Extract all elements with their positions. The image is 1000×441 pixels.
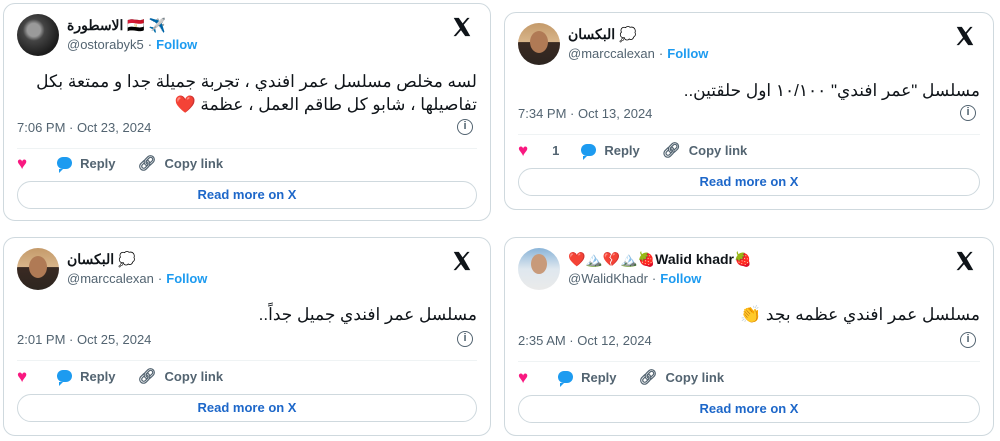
follow-button[interactable]: Follow: [156, 37, 197, 52]
avatar[interactable]: [17, 248, 59, 290]
display-name[interactable]: الاسطورة 🇪🇬 ✈️: [67, 16, 437, 34]
display-name[interactable]: ❤️🏔️💔🏔️🍓Walid khadr🍓: [568, 250, 940, 268]
heart-icon: ♥: [518, 140, 529, 160]
timestamp[interactable]: 7:34 PM · Oct 13, 2024: [518, 106, 652, 121]
display-name[interactable]: البكسان 💭: [67, 250, 437, 268]
read-more-button[interactable]: Read more on X: [518, 395, 980, 423]
tweet-card: البكسان 💭 @marccalexan · Follow مسلسل عمر …: [3, 237, 491, 436]
avatar[interactable]: [17, 14, 59, 56]
tweet-meta: 7:34 PM · Oct 13, 2024 i: [518, 104, 980, 124]
handle[interactable]: @marccalexan: [568, 46, 655, 61]
tweet-card: الاسطورة 🇪🇬 ✈️ @ostorabyk5 · Follow لسه مخ…: [3, 3, 491, 221]
action-bar: ♥ Reply 🔗︎ Copy link: [518, 366, 980, 388]
like-button[interactable]: ♥: [518, 142, 536, 159]
info-icon[interactable]: i: [960, 332, 976, 348]
read-more-button[interactable]: Read more on X: [17, 394, 477, 422]
info-icon[interactable]: i: [960, 105, 976, 121]
tweet-card: ❤️🏔️💔🏔️🍓Walid khadr🍓 @WalidKhadr · Follow …: [504, 237, 994, 436]
follow-button[interactable]: Follow: [667, 46, 708, 61]
avatar[interactable]: [518, 23, 560, 65]
divider: [518, 361, 980, 362]
link-icon: 🔗︎: [661, 142, 681, 159]
read-more-button[interactable]: Read more on X: [17, 181, 477, 209]
reply-bubble-icon: [581, 144, 597, 160]
follow-button[interactable]: Follow: [660, 271, 701, 286]
tweet-text: مسلسل عمر افندي عظمه بجد 👏: [740, 305, 980, 324]
heart-icon: ♥: [17, 366, 28, 386]
reply-button[interactable]: Reply: [581, 143, 640, 160]
divider: [518, 134, 980, 135]
tweet-header: البكسان 💭 @marccalexan · Follow: [518, 23, 980, 65]
copy-link-button[interactable]: 🔗︎ Copy link: [639, 368, 725, 386]
link-icon: 🔗︎: [137, 368, 157, 385]
heart-icon: ♥: [518, 367, 529, 387]
handle[interactable]: @ostorabyk5: [67, 37, 144, 52]
link-icon: 🔗︎: [137, 155, 157, 172]
reply-button[interactable]: Reply: [558, 370, 617, 387]
divider: [17, 148, 477, 149]
tweet-header: ❤️🏔️💔🏔️🍓Walid khadr🍓 @WalidKhadr · Follow: [518, 248, 980, 290]
reply-bubble-icon: [57, 370, 73, 386]
timestamp[interactable]: 2:35 AM · Oct 12, 2024: [518, 333, 652, 348]
tweet-card: البكسان 💭 @marccalexan · Follow مسلسل "عمر…: [504, 12, 994, 210]
like-count: 1: [552, 142, 560, 158]
reply-bubble-icon: [57, 157, 73, 173]
avatar[interactable]: [518, 248, 560, 290]
follow-button[interactable]: Follow: [166, 271, 207, 286]
read-more-button[interactable]: Read more on X: [518, 168, 980, 196]
tweet-text: مسلسل عمر افندي جميل جداً..: [258, 305, 477, 324]
action-bar: ♥ Reply 🔗︎ Copy link: [17, 365, 477, 387]
reply-button[interactable]: Reply: [57, 369, 116, 386]
tweet-header: الاسطورة 🇪🇬 ✈️ @ostorabyk5 · Follow: [17, 14, 477, 56]
copy-link-button[interactable]: 🔗︎ Copy link: [138, 154, 224, 172]
tweet-meta: 7:06 PM · Oct 23, 2024 i: [17, 118, 477, 138]
link-icon: 🔗︎: [638, 369, 658, 386]
handle[interactable]: @marccalexan: [67, 271, 154, 286]
tweet-meta: 2:01 PM · Oct 25, 2024 i: [17, 330, 477, 350]
x-logo-icon[interactable]: [451, 16, 473, 38]
x-logo-icon[interactable]: [954, 25, 976, 47]
tweet-text: مسلسل "عمر افندي" ١٠/١٠٠ اول حلقتين..: [683, 81, 980, 100]
copy-link-button[interactable]: 🔗︎ Copy link: [662, 141, 748, 159]
action-bar: ♥ 1 Reply 🔗︎ Copy link: [518, 139, 980, 161]
display-name[interactable]: البكسان 💭: [568, 25, 940, 43]
reply-button[interactable]: Reply: [57, 156, 116, 173]
tweet-text: لسه مخلص مسلسل عمر افندي ، تجربة جميلة ج…: [36, 72, 477, 114]
tweet-header: البكسان 💭 @marccalexan · Follow: [17, 248, 477, 290]
tweet-meta: 2:35 AM · Oct 12, 2024 i: [518, 331, 980, 351]
info-icon[interactable]: i: [457, 331, 473, 347]
like-button[interactable]: ♥: [17, 155, 35, 172]
timestamp[interactable]: 7:06 PM · Oct 23, 2024: [17, 120, 151, 135]
handle[interactable]: @WalidKhadr: [568, 271, 648, 286]
timestamp[interactable]: 2:01 PM · Oct 25, 2024: [17, 332, 151, 347]
like-button[interactable]: ♥: [518, 369, 536, 386]
action-bar: ♥ Reply 🔗︎ Copy link: [17, 152, 477, 174]
info-icon[interactable]: i: [457, 119, 473, 135]
heart-icon: ♥: [17, 153, 28, 173]
x-logo-icon[interactable]: [954, 250, 976, 272]
like-button[interactable]: ♥: [17, 368, 35, 385]
divider: [17, 360, 477, 361]
reply-bubble-icon: [558, 371, 574, 387]
x-logo-icon[interactable]: [451, 250, 473, 272]
copy-link-button[interactable]: 🔗︎ Copy link: [138, 367, 224, 385]
